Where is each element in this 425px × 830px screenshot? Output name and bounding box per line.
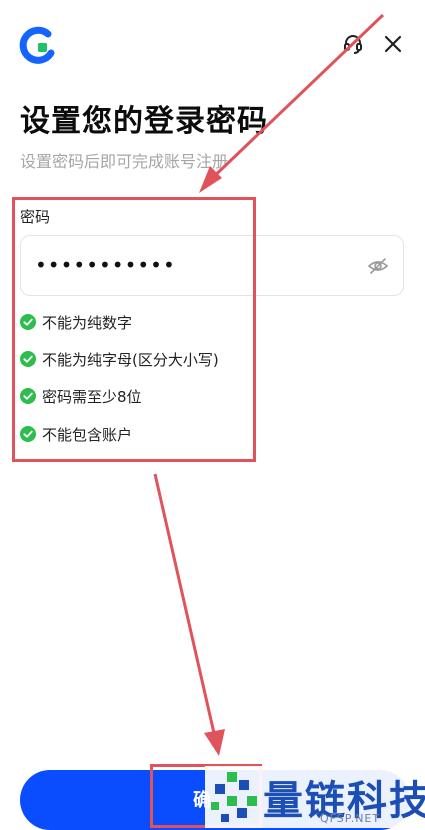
annotation-box-form: [12, 197, 256, 462]
page-subtitle: 设置密码后即可完成账号注册: [20, 152, 229, 171]
top-bar: [0, 0, 425, 90]
close-icon[interactable]: [382, 33, 404, 55]
app-logo-icon: [19, 26, 55, 64]
page-title: 设置您的登录密码: [20, 104, 268, 139]
eye-off-icon[interactable]: [367, 255, 389, 277]
watermark-domain: QFSP.NET: [320, 812, 381, 825]
headset-icon[interactable]: [342, 33, 364, 55]
